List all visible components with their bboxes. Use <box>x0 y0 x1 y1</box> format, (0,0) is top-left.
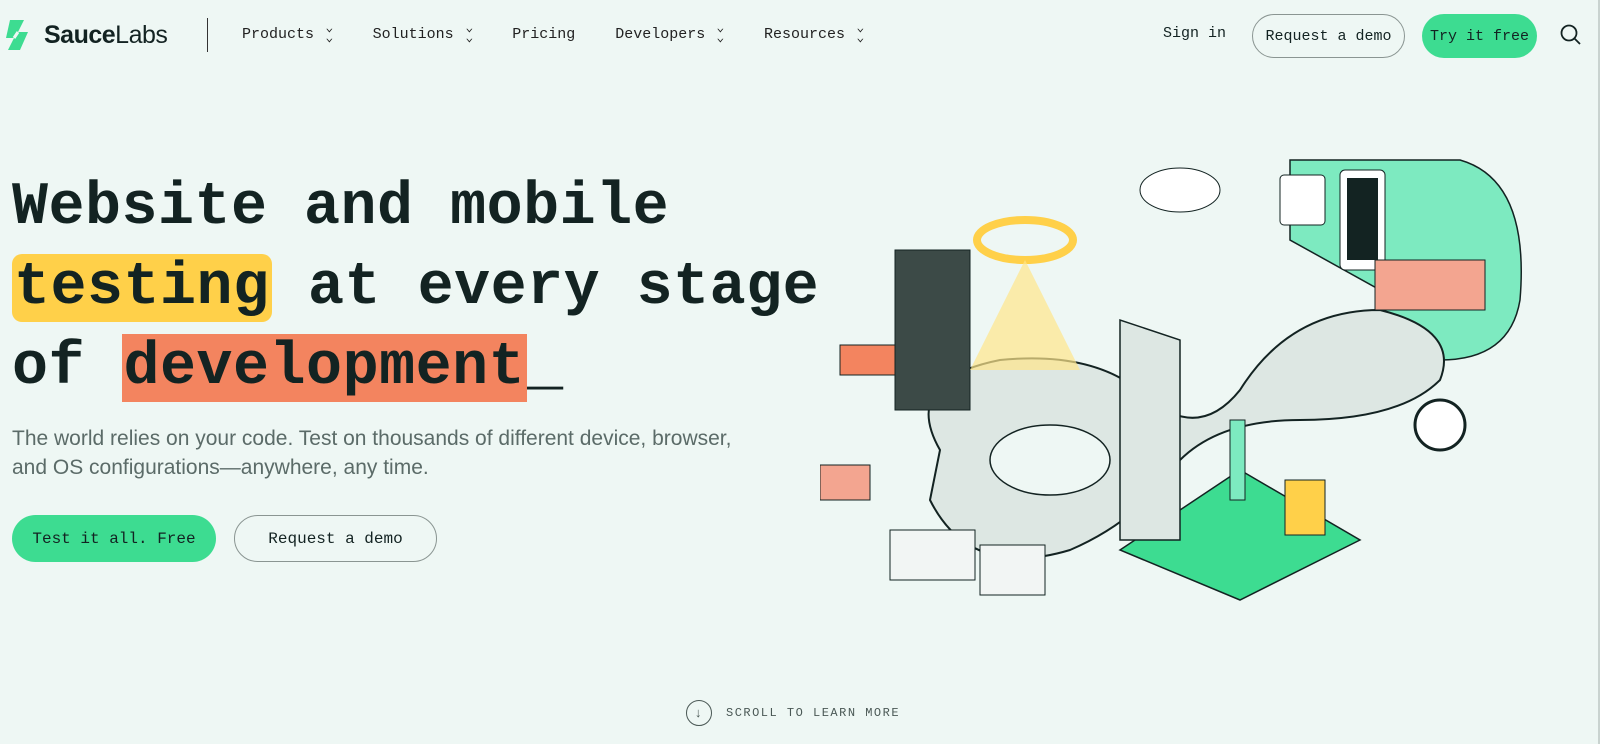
test-it-all-free-button[interactable]: Test it all. Free <box>12 515 216 562</box>
illustration-mug <box>1279 174 1326 226</box>
headline-cursor: _ <box>527 334 564 402</box>
illustration-key <box>979 544 1046 596</box>
illustration-keyboard <box>1374 259 1486 311</box>
nav-products[interactable]: Products ⌄ ⌄ <box>242 23 334 45</box>
try-free-button[interactable]: Try it free <box>1422 14 1537 58</box>
chevron-down-icon: ⌄ ⌄ <box>856 23 865 45</box>
nav-label: Products <box>242 25 315 43</box>
nav-pricing[interactable]: Pricing <box>512 24 575 44</box>
headline-highlight-testing: testing <box>12 254 272 322</box>
illustration-ring <box>973 216 1077 264</box>
chevron-down-icon: ⌄ ⌄ <box>325 23 334 45</box>
illustration-cloud <box>1139 167 1221 213</box>
illustration-light-beam <box>970 260 1080 370</box>
nav-divider <box>207 18 208 52</box>
nav-label: Solutions <box>372 25 454 43</box>
hero-illustration <box>820 159 1522 601</box>
illustration-loop-hole <box>989 424 1111 496</box>
illustration-headphones <box>1413 398 1467 452</box>
nav-label: Resources <box>763 25 845 43</box>
hero-subtitle: The world relies on your code. Test on t… <box>12 427 732 479</box>
top-navigation: SauceLabs Products ⌄ ⌄ Solutions ⌄ ⌄ Pricing… <box>0 0 1600 70</box>
chevron-down-icon: ⌄ ⌄ <box>464 23 473 45</box>
headline-line1: Website and mobile <box>12 174 670 242</box>
illustration-enter-key <box>889 529 976 581</box>
logo-text: SauceLabs <box>44 20 168 49</box>
nav-developers[interactable]: Developers ⌄ ⌄ <box>615 23 725 45</box>
nav-solutions[interactable]: Solutions ⌄ ⌄ <box>372 23 473 45</box>
scroll-label: SCROLL TO LEARN MORE <box>726 706 901 720</box>
illustration-code-panel <box>894 249 971 411</box>
illustration-camera <box>839 344 896 376</box>
illustration-blocks <box>820 464 871 501</box>
saucelabs-logo[interactable]: SauceLabs <box>4 18 168 52</box>
headline-highlight-development: development <box>121 334 528 402</box>
headline-line2: at every stage <box>271 254 820 322</box>
hero-request-demo-button[interactable]: Request a demo <box>234 515 437 562</box>
nav-label: Developers <box>615 25 706 43</box>
nav-label: Pricing <box>512 25 576 43</box>
saucelabs-logo-icon <box>6 20 28 50</box>
chevron-down-icon: ⌄ ⌄ <box>716 23 725 45</box>
hero-headline: Website and mobile testing at every stag… <box>12 168 819 408</box>
scroll-to-learn-more[interactable]: ↓ SCROLL TO LEARN MORE <box>686 700 900 726</box>
arrow-down-circle-icon: ↓ <box>686 700 712 726</box>
search-icon[interactable] <box>1560 24 1582 46</box>
main-menu: Products ⌄ ⌄ Solutions ⌄ ⌄ Pricing Developer… <box>242 23 904 45</box>
headline-line3-prefix: of <box>12 334 122 402</box>
illustration-marker <box>1229 419 1246 501</box>
nav-resources[interactable]: Resources ⌄ ⌄ <box>763 23 865 45</box>
sign-in-link[interactable]: Sign in <box>1163 25 1226 42</box>
request-demo-button[interactable]: Request a demo <box>1252 14 1405 58</box>
illustration-road-ramp <box>1119 318 1181 541</box>
illustration-coffee-cup <box>1284 479 1326 536</box>
